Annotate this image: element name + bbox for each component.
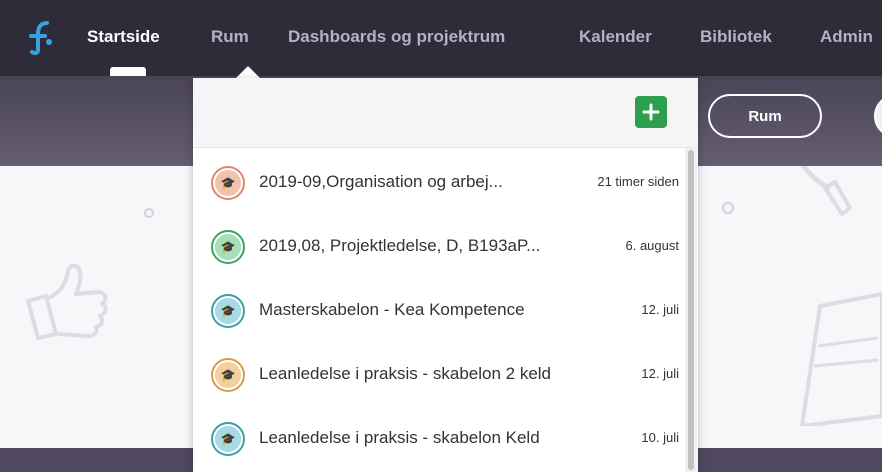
list-item[interactable]: 🎓 2019,08, Projektledelse, D, B193aP... …: [193, 214, 683, 278]
dropdown-caret: [236, 66, 260, 78]
list-item[interactable]: 🎓 2019-09,Organisation og arbej... 21 ti…: [193, 150, 683, 214]
list-item[interactable]: 🎓 Masterskabelon - Kea Kompetence 12. ju…: [193, 278, 683, 342]
circle-decoration-icon: [144, 208, 154, 218]
room-icon: 🎓: [211, 358, 245, 392]
room-timestamp: 12. juli: [641, 302, 679, 317]
dropdown-scrollbar[interactable]: [685, 148, 697, 472]
room-title: Masterskabelon - Kea Kompetence: [259, 300, 525, 319]
dropdown-header: [193, 78, 698, 148]
circle-decoration-icon: [722, 202, 734, 214]
list-item[interactable]: 🎓 Leanledelse i praksis - skabelon Keld …: [193, 406, 683, 470]
add-room-button[interactable]: [635, 96, 667, 128]
thumbs-up-decoration-icon: [25, 263, 108, 341]
room-title: Leanledelse i praksis - skabelon 2 keld: [259, 364, 552, 383]
rum-button[interactable]: Rum: [708, 94, 822, 138]
scrollbar-thumb[interactable]: [688, 150, 694, 470]
room-icon: 🎓: [211, 230, 245, 264]
nav-item-bibliotek[interactable]: Bibliotek: [700, 27, 772, 47]
room-timestamp: 12. juli: [641, 366, 679, 381]
nav-item-startside[interactable]: Startside: [87, 27, 160, 47]
graduation-cap-icon: 🎓: [220, 176, 236, 190]
nav-item-kalender[interactable]: Kalender: [579, 27, 652, 47]
plus-icon: [642, 103, 660, 121]
nav-item-rum[interactable]: Rum: [211, 27, 249, 47]
app-logo-icon[interactable]: [27, 20, 55, 56]
room-timestamp: 6. august: [625, 238, 680, 253]
nav-item-admin[interactable]: Admin: [820, 27, 873, 47]
room-timestamp: 10. juli: [641, 430, 679, 445]
nav-item-dashboards[interactable]: Dashboards og projektrum: [288, 27, 505, 47]
room-title: Leanledelse i praksis - skabelon Keld: [259, 428, 540, 447]
room-timestamp: 21 timer siden: [597, 174, 679, 189]
rooms-list: 🎓 2019-09,Organisation og arbej... 21 ti…: [193, 150, 683, 472]
room-title: 2019,08, Projektledelse, D, B193aP...: [259, 236, 541, 255]
rooms-dropdown: 🎓 2019-09,Organisation og arbej... 21 ti…: [193, 78, 698, 472]
graduation-cap-icon: 🎓: [220, 240, 236, 254]
graduation-cap-icon: 🎓: [220, 368, 236, 382]
room-icon: 🎓: [211, 166, 245, 200]
top-navigation: Startside Rum Dashboards og projektrum K…: [0, 0, 882, 77]
graduation-cap-icon: 🎓: [220, 432, 236, 446]
room-icon: 🎓: [211, 294, 245, 328]
document-decoration-icon: [800, 292, 882, 426]
list-item[interactable]: 🎓 Leanledelse i praksis - skabelon 2 kel…: [193, 342, 683, 406]
room-title: 2019-09,Organisation og arbej...: [259, 172, 503, 191]
room-icon: 🎓: [211, 422, 245, 456]
graduation-cap-icon: 🎓: [220, 304, 236, 318]
magnifier-decoration-icon: [800, 166, 852, 216]
